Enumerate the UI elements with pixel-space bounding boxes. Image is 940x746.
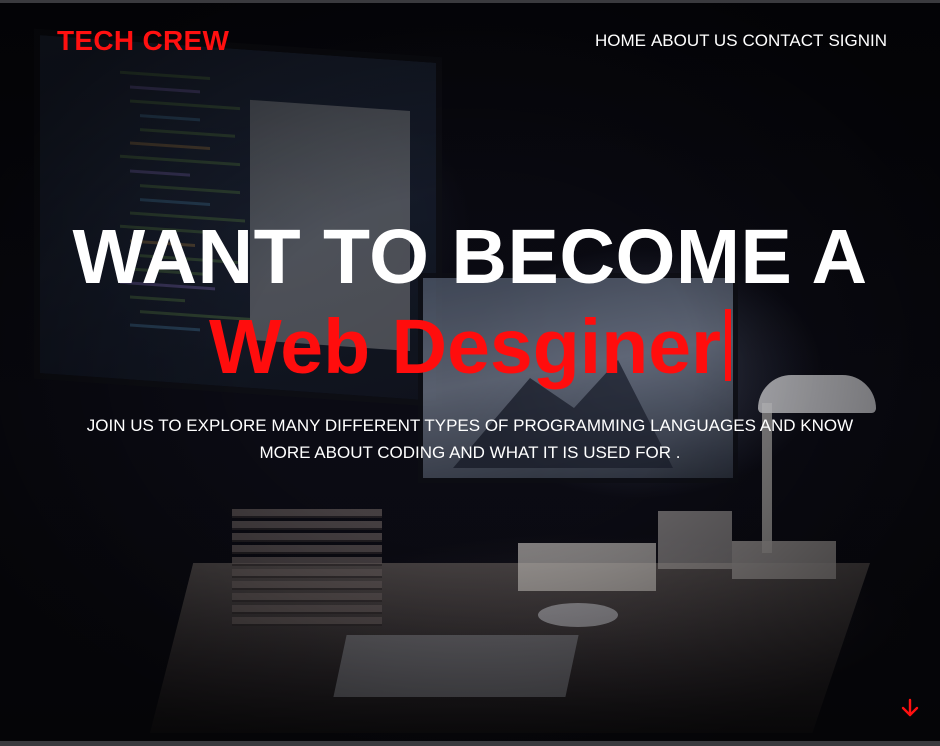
hero-subtitle: JOIN US TO EXPLORE MANY DIFFERENT TYPES … <box>70 412 870 466</box>
hero-subtitle-line-2: MORE ABOUT CODING AND WHAT IT IS USED FO… <box>259 443 681 462</box>
typing-cursor <box>725 309 732 381</box>
hero-section: TECH CREW HOME ABOUT US CONTACT SIGNIN W… <box>0 3 940 741</box>
nav-item-about-us[interactable]: ABOUT US <box>651 31 738 51</box>
main-nav: HOME ABOUT US CONTACT SIGNIN <box>595 31 887 51</box>
nav-item-home[interactable]: HOME <box>595 31 646 51</box>
browser-viewport: TECH CREW HOME ABOUT US CONTACT SIGNIN W… <box>0 0 940 746</box>
nav-item-contact[interactable]: CONTACT <box>743 31 824 51</box>
hero-headline: WANT TO BECOME A <box>72 214 868 300</box>
arrow-down-icon[interactable] <box>899 697 921 719</box>
hero-subtitle-line-1: JOIN US TO EXPLORE MANY DIFFERENT TYPES … <box>86 416 854 435</box>
nav-item-signin[interactable]: SIGNIN <box>828 31 887 51</box>
hero-typed-line: Web Desginer <box>0 303 940 392</box>
brand-logo[interactable]: TECH CREW <box>57 25 229 57</box>
hero-typed-text: Web Desginer <box>208 304 722 390</box>
